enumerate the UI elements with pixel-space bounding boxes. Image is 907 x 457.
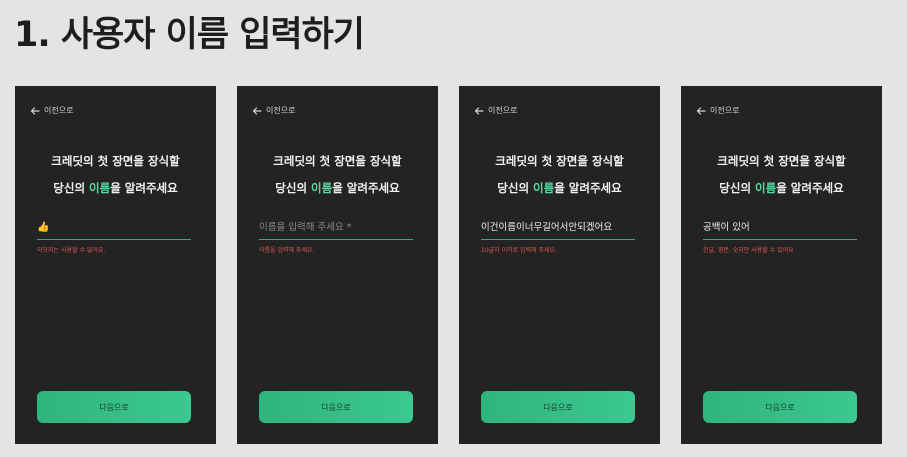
name-input[interactable]: 공백이 있어 (703, 214, 857, 240)
heading-line-2: 당신의 이름을 알려주세요 (237, 175, 438, 202)
back-label: 이전으로 (488, 106, 518, 115)
next-button[interactable]: 다음으로 (481, 391, 635, 423)
heading-line-2: 당신의 이름을 알려주세요 (15, 175, 216, 202)
back-button[interactable]: 이전으로 (30, 105, 73, 116)
input-value: 이건이름이너무길어서안되겠어요 (481, 222, 613, 233)
back-label: 이전으로 (44, 106, 74, 115)
heading-pre: 당신의 (497, 181, 534, 195)
arrow-left-icon (696, 106, 706, 115)
next-button[interactable]: 다음으로 (703, 391, 857, 423)
prompt-heading: 크레딧의 첫 장면을 장식할 당신의 이름을 알려주세요 (681, 148, 882, 202)
heading-pre: 당신의 (719, 181, 756, 195)
next-button[interactable]: 다음으로 (259, 391, 413, 423)
heading-line-2: 당신의 이름을 알려주세요 (681, 175, 882, 202)
error-message: 이모지는 사용할 수 없어요. (37, 247, 106, 254)
heading-post: 을 알려주세요 (332, 181, 400, 195)
heading-post: 을 알려주세요 (110, 181, 178, 195)
prompt-heading: 크레딧의 첫 장면을 장식할 당신의 이름을 알려주세요 (237, 148, 438, 202)
error-message: 10글자 이하로 입력해 주세요. (481, 247, 557, 254)
slide-title: 1. 사용자 이름 입력하기 (14, 15, 365, 55)
heading-line-1: 크레딧의 첫 장면을 장식할 (495, 154, 624, 168)
error-message: 한글, 영문, 숫자만 사용할 수 있어요 (703, 247, 794, 254)
heading-highlight: 이름 (311, 181, 333, 195)
input-value: 👍 (37, 222, 50, 233)
back-button[interactable]: 이전으로 (474, 105, 517, 116)
screens-row: 이전으로 크레딧의 첫 장면을 장식할 당신의 이름을 알려주세요 👍 이모지는… (15, 86, 882, 444)
error-message: 이름을 입력해 주세요. (259, 247, 315, 254)
prompt-heading: 크레딧의 첫 장면을 장식할 당신의 이름을 알려주세요 (459, 148, 660, 202)
back-label: 이전으로 (266, 106, 296, 115)
name-input[interactable]: 이름을 입력해 주세요 * (259, 214, 413, 240)
input-value: 공백이 있어 (703, 222, 750, 233)
heading-highlight: 이름 (755, 181, 777, 195)
back-button[interactable]: 이전으로 (252, 105, 295, 116)
name-input[interactable]: 이건이름이너무길어서안되겠어요 (481, 214, 635, 240)
heading-pre: 당신의 (53, 181, 90, 195)
phone-screen-empty-error: 이전으로 크레딧의 첫 장면을 장식할 당신의 이름을 알려주세요 이름을 입력… (237, 86, 438, 444)
name-input[interactable]: 👍 (37, 214, 191, 240)
phone-screen-emoji-error: 이전으로 크레딧의 첫 장면을 장식할 당신의 이름을 알려주세요 👍 이모지는… (15, 86, 216, 444)
arrow-left-icon (252, 106, 262, 115)
back-button[interactable]: 이전으로 (696, 105, 739, 116)
heading-highlight: 이름 (533, 181, 555, 195)
heading-line-1: 크레딧의 첫 장면을 장식할 (717, 154, 846, 168)
next-button[interactable]: 다음으로 (37, 391, 191, 423)
heading-line-1: 크레딧의 첫 장면을 장식할 (273, 154, 402, 168)
heading-highlight: 이름 (89, 181, 111, 195)
heading-post: 을 알려주세요 (776, 181, 844, 195)
heading-line-2: 당신의 이름을 알려주세요 (459, 175, 660, 202)
prompt-heading: 크레딧의 첫 장면을 장식할 당신의 이름을 알려주세요 (15, 148, 216, 202)
back-label: 이전으로 (710, 106, 740, 115)
phone-screen-charset-error: 이전으로 크레딧의 첫 장면을 장식할 당신의 이름을 알려주세요 공백이 있어… (681, 86, 882, 444)
heading-post: 을 알려주세요 (554, 181, 622, 195)
phone-screen-length-error: 이전으로 크레딧의 첫 장면을 장식할 당신의 이름을 알려주세요 이건이름이너… (459, 86, 660, 444)
arrow-left-icon (30, 106, 40, 115)
heading-line-1: 크레딧의 첫 장면을 장식할 (51, 154, 180, 168)
heading-pre: 당신의 (275, 181, 312, 195)
input-placeholder: 이름을 입력해 주세요 * (259, 222, 352, 233)
arrow-left-icon (474, 106, 484, 115)
